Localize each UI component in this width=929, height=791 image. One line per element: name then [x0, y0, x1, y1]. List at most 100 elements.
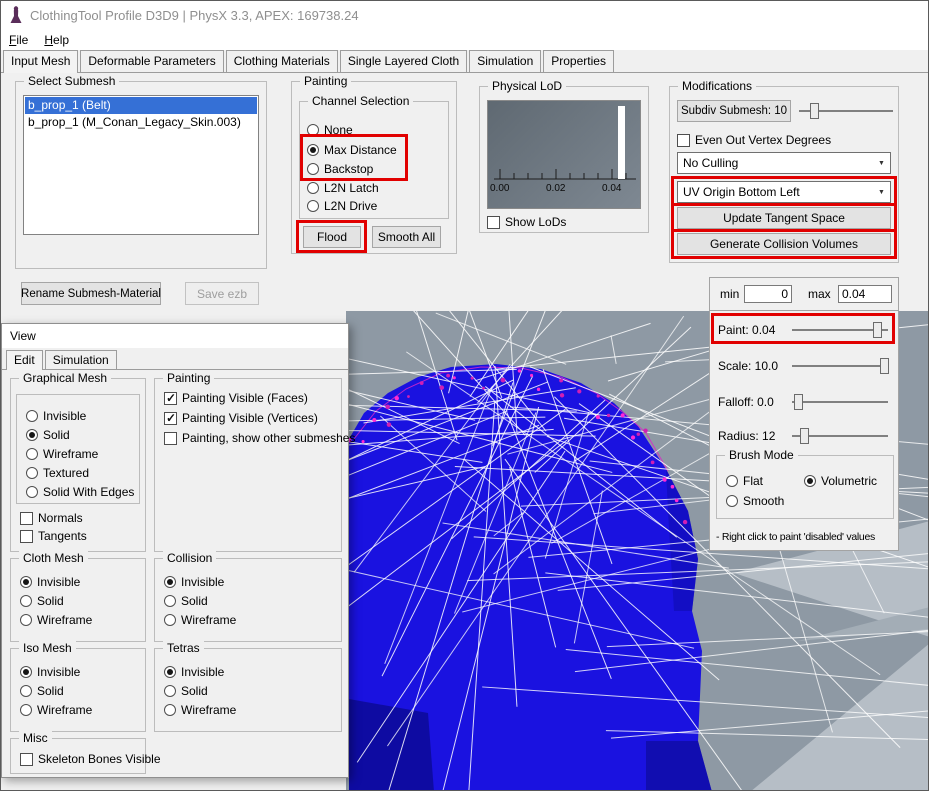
menu-file[interactable]: File [9, 33, 28, 47]
show-lods-checkbox[interactable]: Show LoDs [487, 214, 566, 230]
subdiv-slider[interactable] [799, 102, 893, 120]
even-out-vertex-degrees-checkbox[interactable]: Even Out Vertex Degrees [677, 132, 831, 148]
painting-show-other-submeshes-checkbox[interactable]: Painting, show other submeshes [164, 430, 355, 446]
radio-gm-solid-with-edges[interactable]: Solid With Edges [26, 484, 134, 500]
radio-cloth-invisible[interactable]: Invisible [20, 574, 80, 590]
radio-label: Invisible [43, 409, 87, 423]
radio-icon [307, 124, 319, 136]
tab-clothing-materials[interactable]: Clothing Materials [225, 50, 338, 72]
paint-slider[interactable] [792, 321, 888, 339]
menu-help[interactable]: Help [44, 33, 69, 47]
radio-iso-wireframe[interactable]: Wireframe [20, 702, 92, 718]
list-item[interactable]: b_prop_1 (Belt) [25, 97, 257, 114]
checkbox-icon [164, 411, 177, 425]
radio-volumetric[interactable]: Volumetric [804, 473, 877, 489]
radio-gm-textured[interactable]: Textured [26, 465, 89, 481]
tab-properties[interactable]: Properties [543, 50, 614, 72]
update-tangent-space-button[interactable]: Update Tangent Space [677, 207, 891, 229]
view-window-titlebar[interactable]: View [2, 324, 348, 348]
radio-cloth-solid[interactable]: Solid [20, 593, 64, 609]
lod-tick-2: 0.04 [602, 183, 622, 194]
radio-label: Wireframe [43, 447, 99, 461]
falloff-slider[interactable] [792, 393, 888, 411]
tab-deformable-parameters[interactable]: Deformable Parameters [80, 50, 224, 72]
radio-backstop[interactable]: Backstop [307, 161, 373, 177]
radio-cloth-wireframe[interactable]: Wireframe [20, 612, 92, 628]
tab-view-simulation[interactable]: Simulation [44, 350, 117, 369]
subdiv-submesh-button[interactable]: Subdiv Submesh: 10 [677, 100, 791, 122]
tab-single-layered-cloth[interactable]: Single Layered Cloth [339, 50, 468, 72]
radio-label: Backstop [324, 162, 374, 176]
radio-gm-solid[interactable]: Solid [26, 427, 70, 443]
submesh-listbox[interactable]: b_prop_1 (Belt) b_prop_1 (M_Conan_Legacy… [23, 95, 259, 235]
painting-visible-vertices-checkbox[interactable]: Painting Visible (Vertices) [164, 410, 318, 426]
radio-collision-solid[interactable]: Solid [164, 593, 208, 609]
slider-thumb[interactable] [810, 103, 820, 119]
radio-icon [26, 448, 38, 460]
minmax-panel: min max [709, 277, 899, 311]
radio-label: Flat [743, 474, 764, 488]
app-window: ClothingTool Profile D3D9 | PhysX 3.3, A… [0, 0, 929, 791]
slider-thumb[interactable] [799, 428, 809, 444]
radio-icon [307, 163, 319, 175]
brush-panel: Paint: 0.04 Scale: 10.0 Falloff: 0.0 Rad… [709, 310, 899, 551]
max-input[interactable] [838, 285, 892, 303]
tab-edit[interactable]: Edit [6, 350, 43, 370]
checkbox-label: Painting Visible (Faces) [182, 391, 308, 405]
scale-slider[interactable] [792, 357, 890, 375]
radio-l2n-latch[interactable]: L2N Latch [307, 180, 379, 196]
checkbox-label: Painting Visible (Vertices) [182, 411, 318, 425]
radio-gm-wireframe[interactable]: Wireframe [26, 446, 98, 462]
checkbox-label: Tangents [38, 529, 87, 543]
radio-smooth[interactable]: Smooth [726, 493, 784, 509]
radio-icon [726, 475, 738, 487]
view-window-title: View [10, 329, 36, 343]
skeleton-bones-visible-checkbox[interactable]: Skeleton Bones Visible [20, 751, 161, 767]
radio-icon [164, 685, 176, 697]
radio-icon [164, 614, 176, 626]
rename-submesh-material-button[interactable]: Rename Submesh-Material [21, 282, 161, 305]
slider-thumb[interactable] [872, 322, 882, 338]
radio-iso-solid[interactable]: Solid [20, 683, 64, 699]
flood-button[interactable]: Flood [303, 226, 361, 248]
min-input[interactable] [744, 285, 792, 303]
list-item[interactable]: b_prop_1 (M_Conan_Legacy_Skin.003) [25, 114, 257, 131]
radius-slider[interactable] [792, 427, 888, 445]
tab-input-mesh[interactable]: Input Mesh [3, 50, 79, 73]
smooth-all-button[interactable]: Smooth All [372, 226, 441, 248]
painting-visible-faces-checkbox[interactable]: Painting Visible (Faces) [164, 390, 308, 406]
radio-none[interactable]: None [307, 122, 353, 138]
paint-value-label: Paint: 0.04 [718, 323, 776, 337]
radio-label: Solid [37, 684, 64, 698]
radio-icon [20, 685, 32, 697]
slider-thumb[interactable] [880, 358, 890, 374]
radio-iso-invisible[interactable]: Invisible [20, 664, 80, 680]
radio-icon [164, 595, 176, 607]
culling-dropdown[interactable]: No Culling ▼ [677, 152, 891, 174]
radio-flat[interactable]: Flat [726, 473, 763, 489]
tab-simulation[interactable]: Simulation [469, 50, 542, 72]
radio-l2n-drive[interactable]: L2N Drive [307, 198, 377, 214]
uv-origin-dropdown[interactable]: UV Origin Bottom Left ▼ [677, 181, 891, 203]
app-icon [9, 5, 23, 25]
radio-tetras-wireframe[interactable]: Wireframe [164, 702, 236, 718]
radio-collision-invisible[interactable]: Invisible [164, 574, 224, 590]
lod-tick-1: 0.02 [546, 183, 566, 194]
radio-label: Invisible [181, 575, 225, 589]
radio-gm-invisible[interactable]: Invisible [26, 408, 86, 424]
tangents-checkbox[interactable]: Tangents [20, 528, 87, 544]
menubar: File Help [1, 29, 928, 50]
radio-label: Textured [43, 466, 90, 480]
slider-thumb[interactable] [793, 394, 803, 410]
generate-collision-volumes-button[interactable]: Generate Collision Volumes [677, 233, 891, 255]
radio-tetras-invisible[interactable]: Invisible [164, 664, 224, 680]
titlebar[interactable]: ClothingTool Profile D3D9 | PhysX 3.3, A… [1, 1, 928, 29]
normals-checkbox[interactable]: Normals [20, 510, 83, 526]
radio-tetras-solid[interactable]: Solid [164, 683, 208, 699]
radio-max-distance[interactable]: Max Distance [307, 142, 397, 158]
max-label: max [808, 287, 831, 301]
lod-tick-0: 0.00 [490, 183, 510, 194]
radio-icon [20, 704, 32, 716]
radio-collision-wireframe[interactable]: Wireframe [164, 612, 236, 628]
physical-lod-chart[interactable]: 0.00 0.02 0.04 [487, 100, 641, 209]
